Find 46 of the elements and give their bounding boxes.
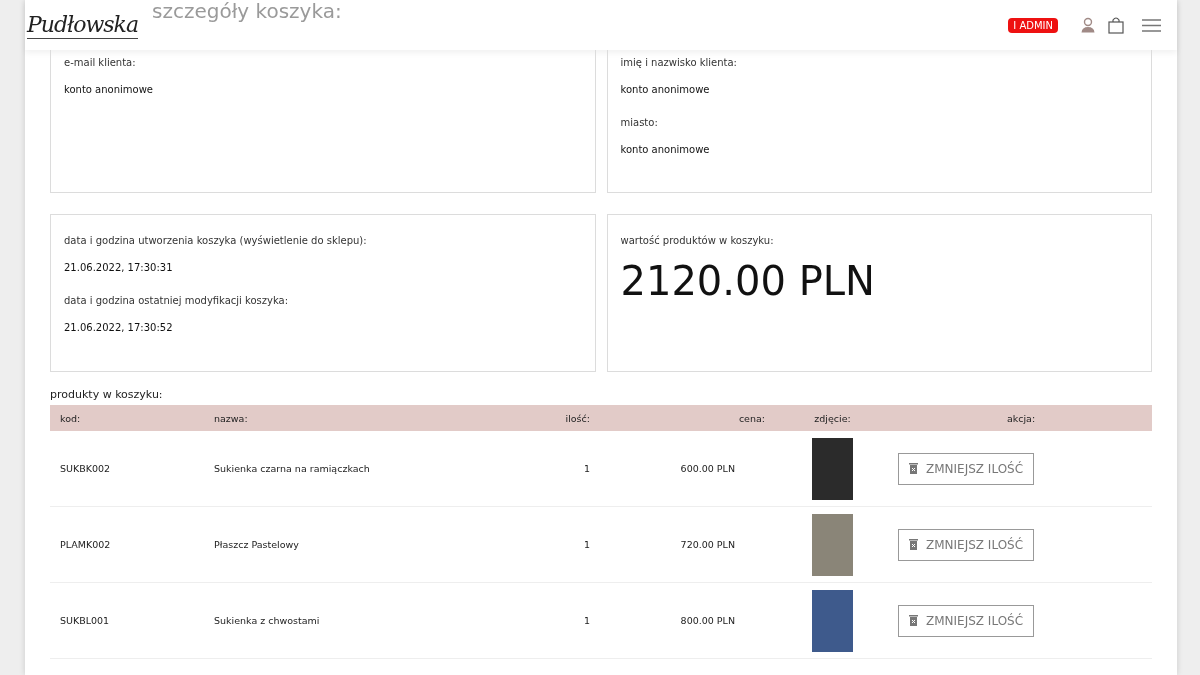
table-cell-text: 720.00 PLN	[679, 539, 736, 550]
table-cell-text: 1	[582, 539, 591, 550]
section-title: produkty w koszyku:	[50, 388, 164, 401]
admin-badge[interactable]: I ADMIN	[1008, 17, 1058, 33]
field-value: konto anonimowe	[620, 144, 711, 155]
photo-placeholder	[812, 513, 853, 576]
user-icon[interactable]	[1080, 17, 1096, 33]
column-header: nazwa:	[213, 412, 249, 424]
trash-icon	[909, 615, 918, 626]
decrease-quantity-button[interactable]: ZMNIEJSZ ILOŚĆ	[898, 604, 1035, 637]
column-header: kod:	[59, 412, 82, 424]
table-cell-text: Sukienka czarna na ramiączkach	[213, 463, 371, 474]
photo-placeholder	[812, 589, 853, 652]
field-label: miasto:	[620, 117, 659, 128]
table-cell-text: PLAMK002	[59, 539, 112, 550]
table-cell-text: SUKBL001	[59, 615, 111, 626]
page-title: szczegóły koszyka:	[152, 0, 342, 22]
table-cell-text: 1	[582, 615, 591, 626]
field-label: data i godzina ostatniej modyfikacji koszyka:	[64, 295, 290, 306]
column-header: akcja:	[1005, 412, 1037, 424]
field-value: konto anonimowe	[64, 84, 154, 95]
field-value: 21.06.2022, 17:30:52	[64, 322, 174, 333]
trash-icon	[909, 539, 918, 550]
field-value: 21.06.2022, 17:30:31	[64, 262, 174, 273]
trash-icon	[909, 463, 918, 474]
table-cell-text: 1	[582, 463, 591, 474]
table-cell-text: 800.00 PLN	[679, 615, 736, 626]
column-header: zdjęcie:	[813, 412, 852, 424]
photo-placeholder	[812, 437, 853, 500]
column-header: ilość:	[564, 412, 591, 424]
decrease-quantity-button[interactable]: ZMNIEJSZ ILOŚĆ	[898, 528, 1035, 561]
shopping-bag-icon[interactable]	[1108, 16, 1124, 34]
decrease-quantity-button[interactable]: ZMNIEJSZ ILOŚĆ	[898, 452, 1035, 485]
menu-icon[interactable]	[1142, 18, 1161, 32]
table-cell-text: Płaszcz Pastelowy	[213, 539, 300, 550]
column-header: cena:	[737, 412, 766, 424]
table-cell-text: SUKBK002	[59, 463, 112, 474]
field-value: konto anonimowe	[620, 84, 711, 95]
field-label: imię i nazwisko klienta:	[620, 57, 738, 68]
field-label: e-mail klienta:	[64, 57, 137, 68]
table-cell-text: Sukienka z chwostami	[213, 615, 321, 626]
cart-total: 2120.00 PLN	[620, 258, 876, 304]
table-cell-text: 600.00 PLN	[679, 463, 736, 474]
field-label: wartość produktów w koszyku:	[620, 235, 775, 246]
field-label: data i godzina utworzenia koszyka (wyświetlenie do sklepu):	[64, 235, 368, 246]
logo[interactable]: Pudłowska	[27, 11, 138, 39]
